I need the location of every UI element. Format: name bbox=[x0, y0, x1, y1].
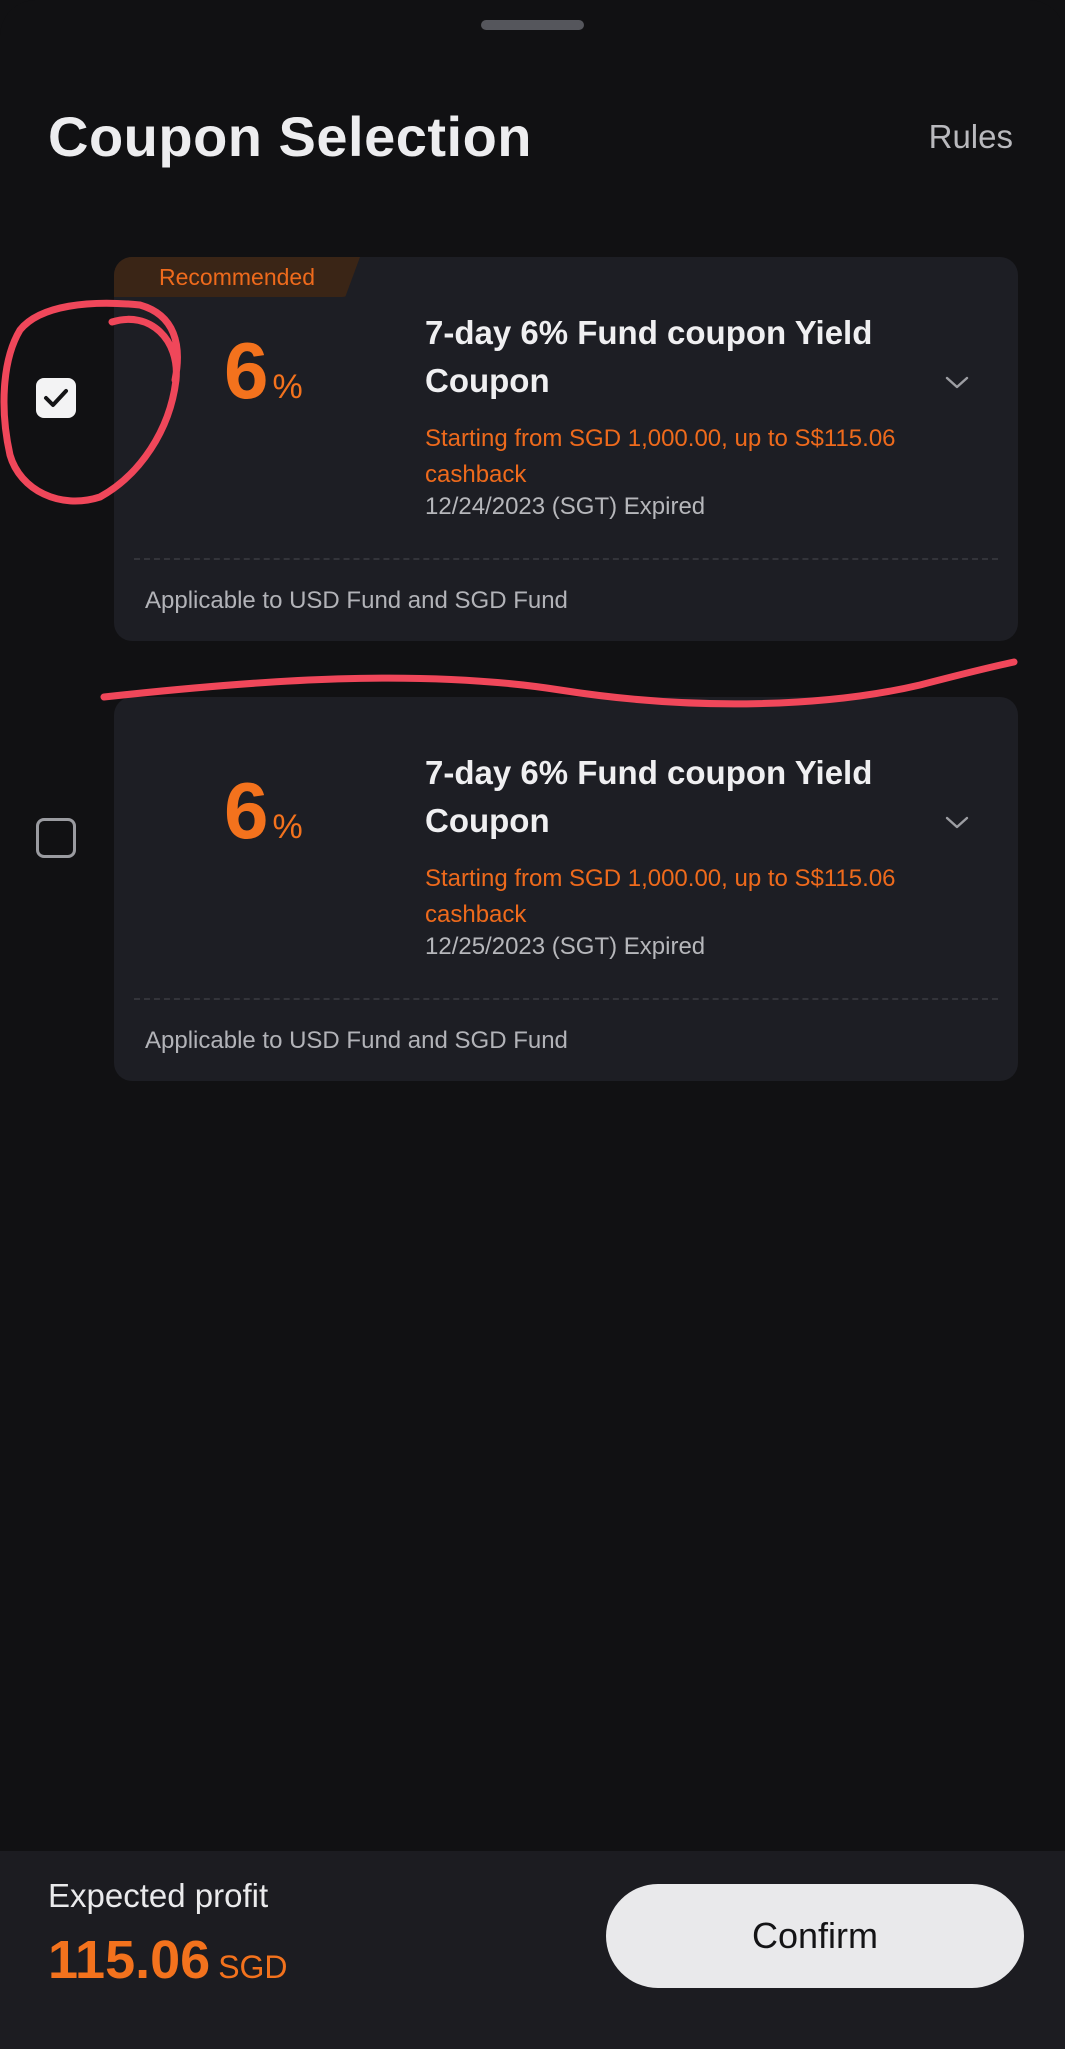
coupon-checkbox-2[interactable] bbox=[36, 818, 76, 858]
recommended-badge: Recommended bbox=[114, 257, 360, 297]
coupon-card[interactable]: 6% 7-day 6% Fund coupon Yield Coupon Sta… bbox=[114, 697, 1018, 1081]
coupon-checkbox-1[interactable] bbox=[36, 378, 76, 418]
coupon-card[interactable]: Recommended 6% 7-day 6% Fund coupon Yiel… bbox=[114, 257, 1018, 641]
card-divider bbox=[134, 998, 998, 1000]
coupon-description: Starting from SGD 1,000.00, up to S$115.… bbox=[425, 425, 896, 488]
chevron-down-icon[interactable] bbox=[944, 809, 970, 835]
coupon-applicability: Applicable to USD Fund and SGD Fund bbox=[145, 1027, 568, 1054]
confirm-button[interactable]: Confirm bbox=[606, 1884, 1024, 1988]
card-divider bbox=[134, 558, 998, 560]
bottom-bar: Expected profit 115.06 SGD Confirm bbox=[0, 1851, 1065, 2049]
profit-amount: 115.06 bbox=[48, 1930, 211, 1990]
coupon-rate: 6% bbox=[224, 765, 303, 857]
profit-currency: SGD bbox=[218, 1949, 288, 1985]
coupon-description: Starting from SGD 1,000.00, up to S$115.… bbox=[425, 865, 896, 928]
chevron-down-icon[interactable] bbox=[944, 369, 970, 395]
coupon-rate-number: 6 bbox=[224, 326, 269, 415]
coupon-expiry: 12/25/2023 (SGT) Expired bbox=[425, 933, 706, 960]
coupon-expiry: 12/24/2023 (SGT) Expired bbox=[425, 493, 706, 520]
sheet-drag-handle[interactable] bbox=[481, 20, 584, 30]
page-title: Coupon Selection bbox=[48, 105, 532, 168]
checkmark-icon bbox=[44, 389, 68, 407]
expected-profit-label: Expected profit bbox=[48, 1877, 269, 1914]
coupon-title: 7-day 6% Fund coupon Yield Coupon bbox=[425, 314, 873, 399]
expected-profit-value: 115.06 SGD bbox=[48, 1929, 288, 1991]
coupon-rate: 6% bbox=[224, 325, 303, 417]
coupon-selection-sheet: Coupon Selection Rules Recommended 6% 7-… bbox=[0, 0, 1065, 2049]
coupon-rate-unit: % bbox=[272, 368, 303, 406]
coupon-rate-unit: % bbox=[272, 808, 303, 846]
coupon-title: 7-day 6% Fund coupon Yield Coupon bbox=[425, 754, 873, 839]
rules-link[interactable]: Rules bbox=[929, 118, 1013, 156]
coupon-rate-number: 6 bbox=[224, 766, 269, 855]
coupon-applicability: Applicable to USD Fund and SGD Fund bbox=[145, 587, 568, 614]
